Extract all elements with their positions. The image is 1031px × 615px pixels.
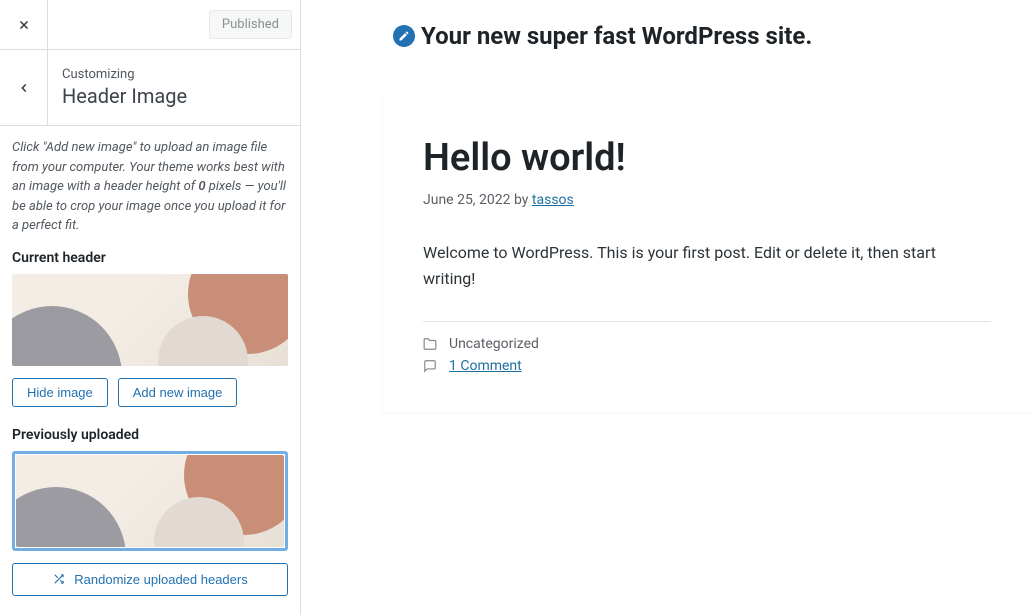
- add-new-image-button[interactable]: Add new image: [118, 378, 238, 407]
- helper-text: Click "Add new image" to upload an image…: [12, 138, 288, 236]
- section-title: Header Image: [62, 84, 187, 108]
- previously-uploaded-label: Previously uploaded: [12, 427, 288, 443]
- back-button[interactable]: [0, 50, 48, 125]
- post-meta: June 25, 2022 by tassos: [423, 192, 991, 208]
- site-title[interactable]: Your new super fast WordPress site.: [421, 22, 812, 50]
- customizer-topbar: Published: [0, 0, 300, 50]
- randomize-button[interactable]: Randomize uploaded headers: [12, 563, 288, 596]
- previous-image-selected[interactable]: [12, 451, 288, 551]
- post-footer: Uncategorized 1 Comment: [423, 321, 991, 374]
- previous-header-image: [16, 455, 284, 547]
- chevron-left-icon: [17, 81, 31, 95]
- site-preview: Your new super fast WordPress site. Hell…: [301, 0, 1031, 615]
- current-header-label: Current header: [12, 250, 288, 266]
- post-card: Hello world! June 25, 2022 by tassos Wel…: [383, 96, 1031, 412]
- folder-icon: [423, 337, 437, 351]
- section-header-text: Customizing Header Image: [48, 55, 201, 120]
- post-date: June 25, 2022: [423, 192, 511, 208]
- post-title[interactable]: Hello world!: [423, 136, 991, 180]
- post-body: Welcome to WordPress. This is your first…: [423, 240, 991, 291]
- shuffle-icon: [52, 572, 66, 586]
- randomize-label: Randomize uploaded headers: [74, 572, 247, 587]
- comments-icon: [423, 359, 437, 373]
- hide-image-button[interactable]: Hide image: [12, 378, 108, 407]
- helper-bold: 0: [198, 179, 205, 194]
- post-by-label: by: [514, 192, 528, 208]
- post-author-link[interactable]: tassos: [532, 192, 574, 208]
- edit-shortcut-button[interactable]: [393, 25, 415, 47]
- comments-row: 1 Comment: [423, 358, 991, 374]
- preview-site-header: Your new super fast WordPress site.: [301, 0, 1031, 72]
- customizing-label: Customizing: [62, 67, 187, 82]
- category-row: Uncategorized: [423, 336, 991, 352]
- category-link[interactable]: Uncategorized: [449, 336, 539, 352]
- image-blob: [16, 487, 126, 547]
- current-header-image[interactable]: [12, 274, 288, 366]
- pencil-icon: [398, 30, 410, 42]
- section-header: Customizing Header Image: [0, 50, 300, 126]
- close-button[interactable]: [0, 0, 48, 50]
- publish-status: Published: [209, 10, 292, 39]
- customizer-sidebar: Published Customizing Header Image Click…: [0, 0, 301, 615]
- close-icon: [17, 18, 31, 32]
- customizer-content: Click "Add new image" to upload an image…: [0, 126, 300, 608]
- image-blob: [12, 306, 122, 366]
- comments-link[interactable]: 1 Comment: [449, 358, 522, 374]
- header-button-row: Hide image Add new image: [12, 378, 288, 407]
